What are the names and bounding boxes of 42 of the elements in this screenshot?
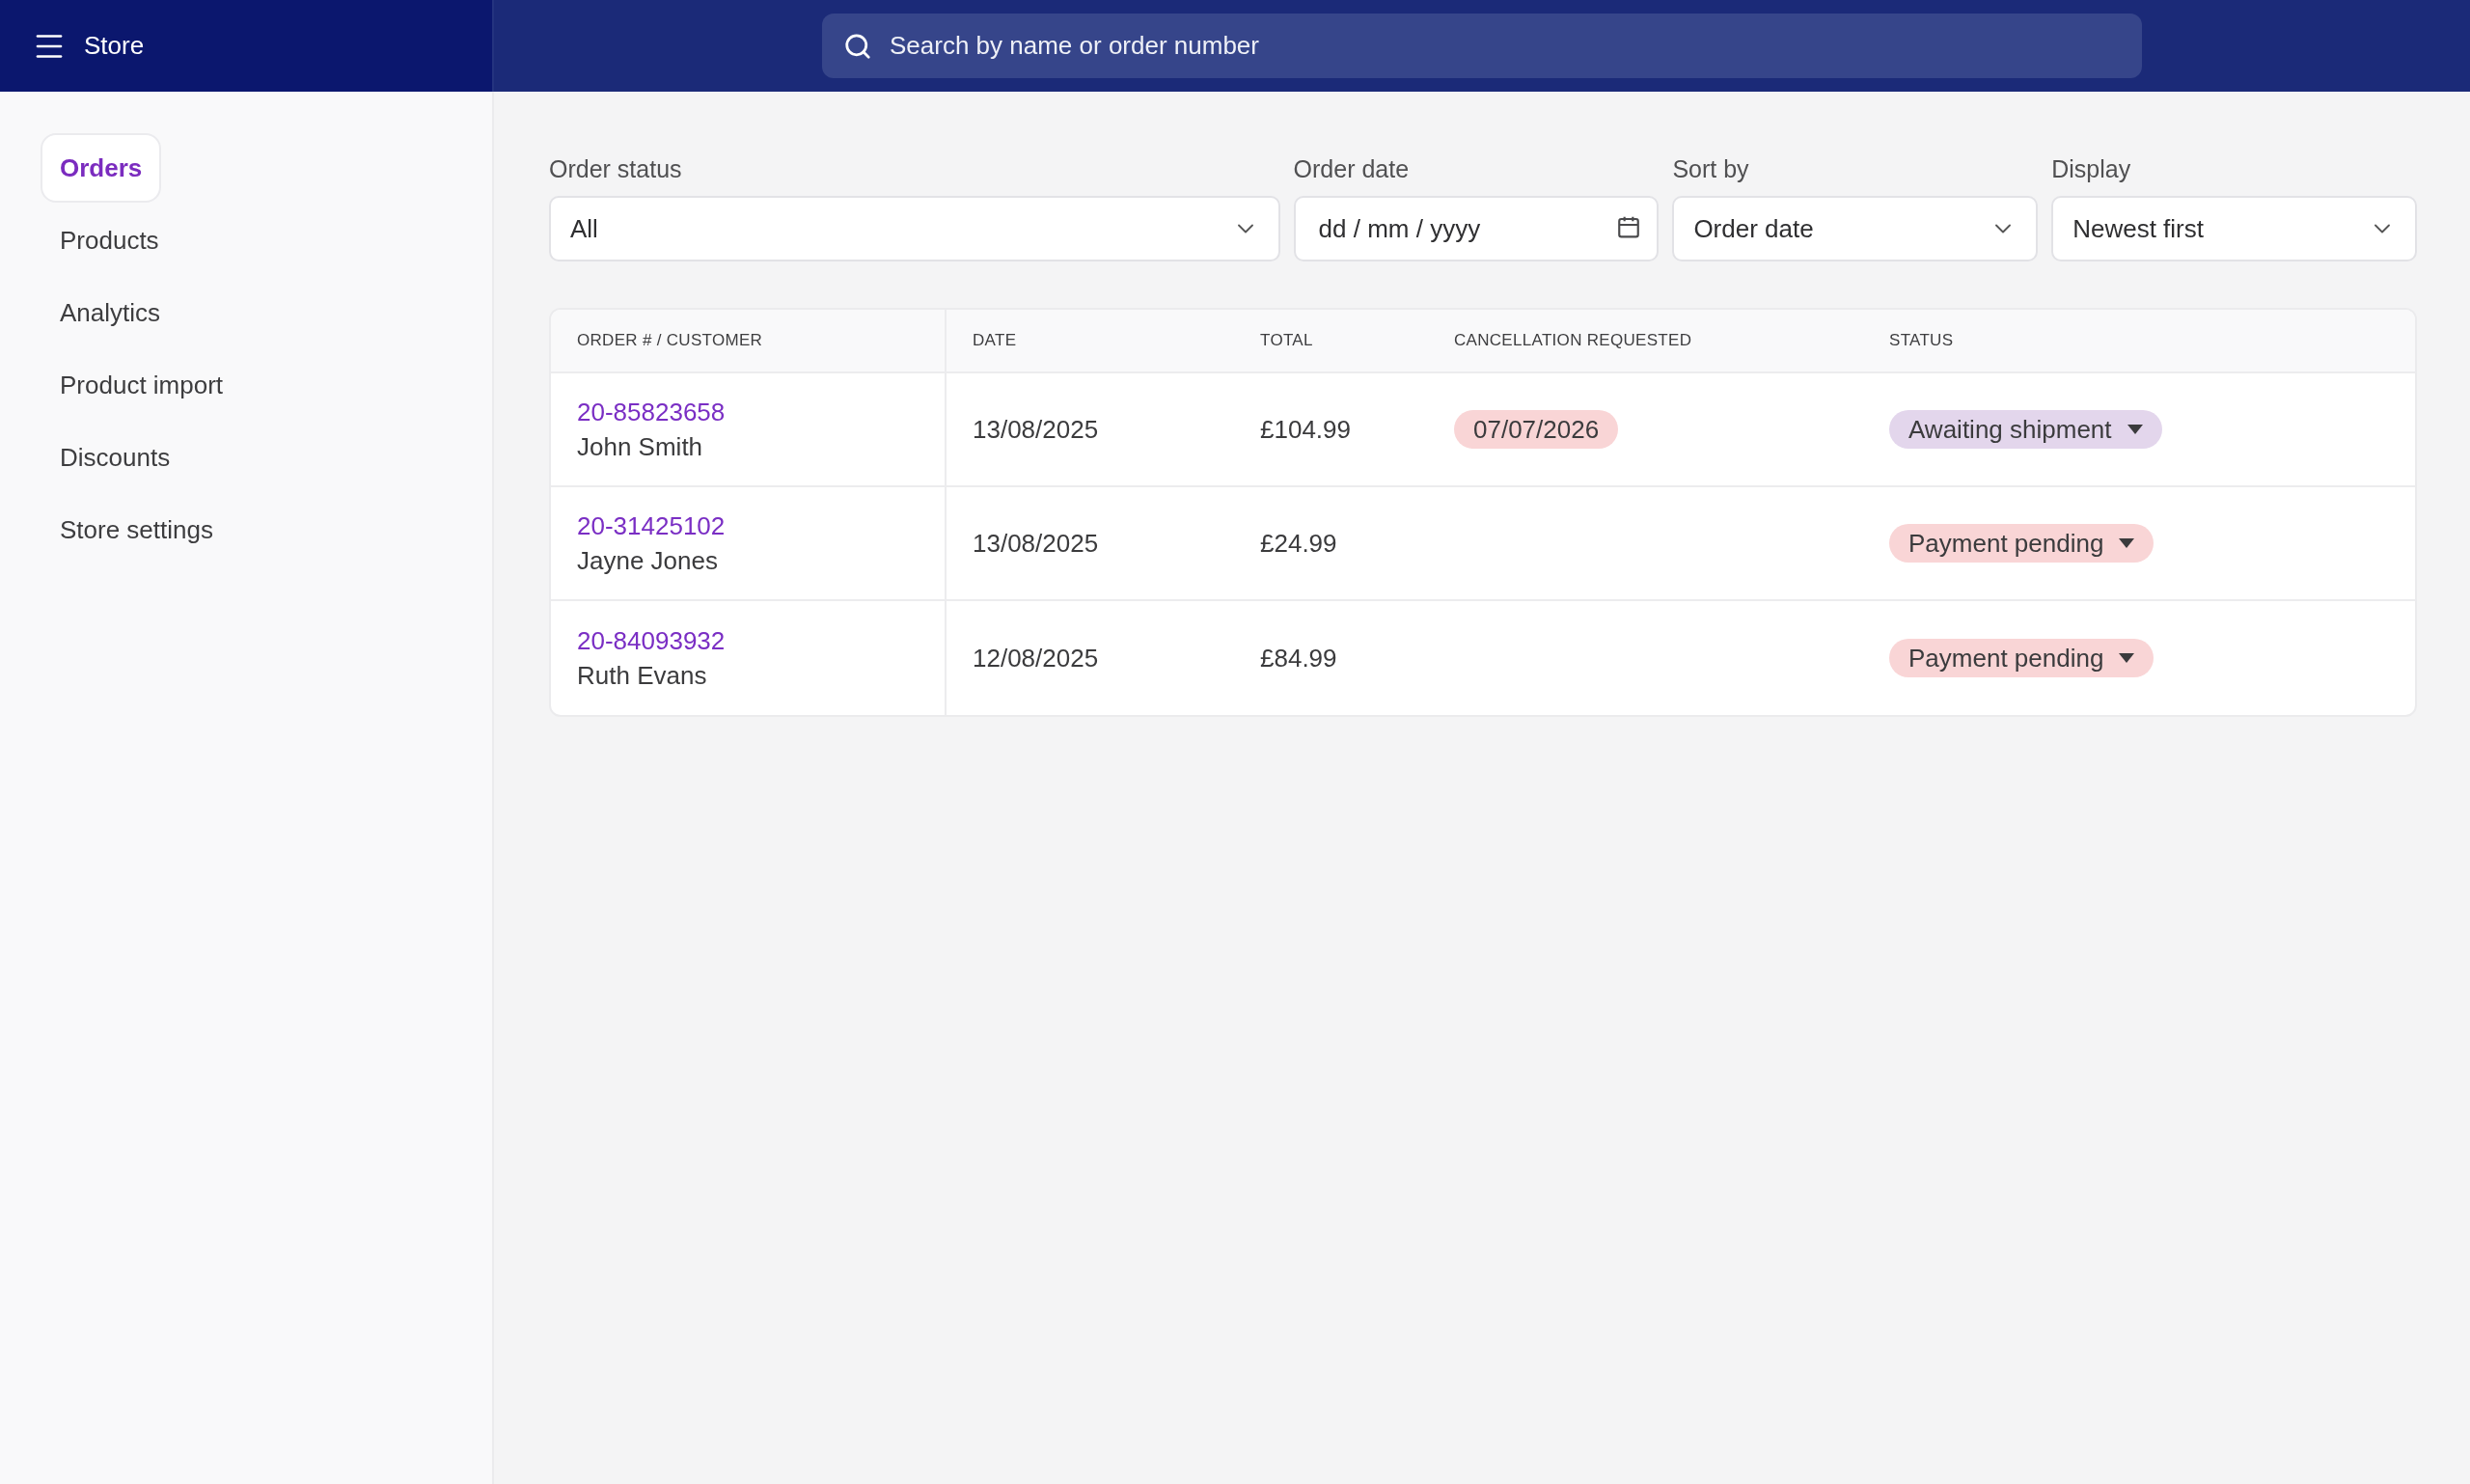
caret-icon (2119, 538, 2135, 548)
app-title: Store (84, 31, 145, 61)
customer-name: Ruth Evans (577, 660, 707, 692)
sidebar-item[interactable]: Discounts (41, 423, 190, 492)
sidebar-item[interactable]: Product import (41, 350, 243, 420)
caret-icon (2127, 425, 2143, 434)
date-field[interactable]: dd / mm / yyyy (1293, 196, 1660, 261)
order-link[interactable]: 20-85823658 (577, 395, 726, 429)
caret-icon (2119, 653, 2135, 663)
sidebar-item[interactable]: Orders (41, 133, 162, 203)
calendar-icon[interactable] (1616, 214, 1642, 240)
order-date: 13/08/2025 (973, 528, 1099, 560)
order-total: £84.99 (1260, 643, 1337, 674)
filter-label: Order date (1293, 154, 1410, 184)
order-date: 12/08/2025 (973, 643, 1099, 674)
sidebar-item[interactable]: Products (41, 206, 178, 275)
column-header: DATE (973, 331, 1017, 350)
filter-label: Order status (549, 154, 682, 184)
order-link[interactable]: 20-84093932 (577, 623, 726, 658)
column-header: ORDER # / CUSTOMER (577, 331, 763, 350)
order-total: £104.99 (1260, 414, 1351, 446)
status-dropdown[interactable]: Payment pending (1889, 639, 2154, 677)
search-icon (843, 31, 872, 61)
order-link[interactable]: 20-31425102 (577, 508, 726, 543)
sidebar-item[interactable]: Analytics (41, 278, 180, 347)
column-header: STATUS (1889, 331, 1954, 350)
order-total: £24.99 (1260, 528, 1337, 560)
column-header: CANCELLATION REQUESTED (1454, 331, 1692, 350)
status-dropdown[interactable]: Awaiting shipment (1889, 410, 2162, 449)
dropdown-field[interactable]: Newest first (2051, 196, 2417, 261)
sidebar-item[interactable]: Store settings (41, 495, 233, 564)
filter-label: Display (2051, 154, 2131, 184)
customer-name: John Smith (577, 431, 703, 463)
cancellation-date: 07/07/2026 (1454, 410, 1619, 449)
customer-name: Jayne Jones (577, 545, 718, 577)
search-field[interactable]: Search by name or order number (822, 14, 2142, 78)
filter-label: Sort by (1672, 154, 1749, 184)
column-header: TOTAL (1260, 331, 1313, 350)
dropdown-field[interactable]: All (549, 196, 1280, 261)
status-dropdown[interactable]: Payment pending (1889, 524, 2154, 563)
dropdown-field[interactable]: Order date (1672, 196, 2039, 261)
order-date: 13/08/2025 (973, 414, 1099, 446)
